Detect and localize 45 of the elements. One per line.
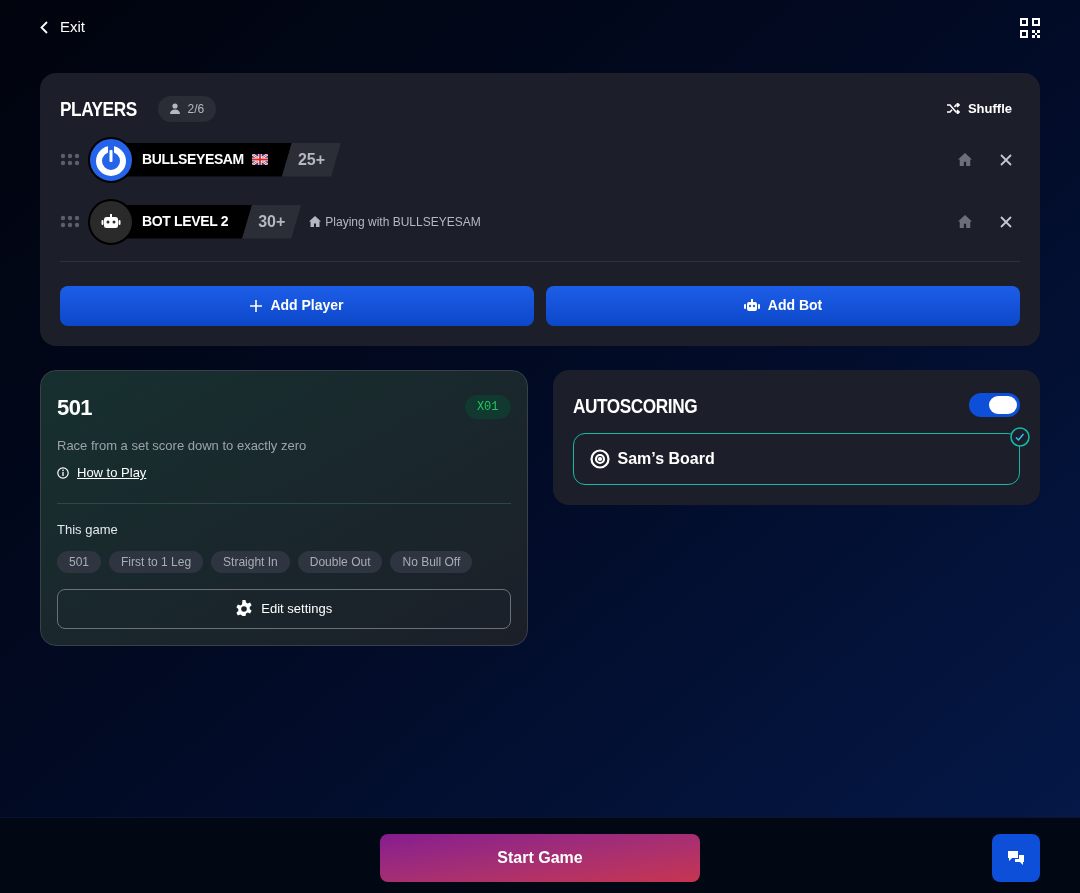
chat-bubbles-icon <box>1007 850 1025 866</box>
info-icon <box>57 466 69 479</box>
back-chevron-icon <box>40 21 48 34</box>
plus-icon <box>250 299 263 312</box>
setting-tag: Straight In <box>211 551 290 573</box>
chat-button[interactable] <box>992 834 1040 882</box>
close-icon[interactable] <box>1000 215 1012 228</box>
players-title: PLAYERS <box>60 96 137 122</box>
drag-handle-icon[interactable] <box>60 153 80 166</box>
player-name: BOT LEVEL 2 <box>142 212 229 231</box>
shuffle-button[interactable]: Shuffle <box>946 99 1012 119</box>
setting-tag: No Bull Off <box>390 551 473 573</box>
setting-tag: First to 1 Leg <box>109 551 204 573</box>
autoscoring-toggle[interactable] <box>969 393 1020 418</box>
check-icon <box>1010 427 1030 447</box>
game-type-badge: X01 <box>464 395 511 419</box>
game-description: Race from a set score down to exactly zero <box>57 436 308 455</box>
player-name: BULLSEYESAM <box>142 150 244 169</box>
rating-tag: 30+ <box>242 204 302 239</box>
robot-icon <box>743 299 760 312</box>
setting-tag: 501 <box>57 551 102 573</box>
exit-button[interactable]: Exit <box>40 16 85 39</box>
rating-tag: 25+ <box>281 142 342 177</box>
start-game-button[interactable]: Start Game <box>380 834 700 882</box>
home-icon[interactable] <box>958 215 972 228</box>
target-icon <box>589 449 610 469</box>
how-to-play-link[interactable]: How to Play <box>57 463 147 483</box>
autoscoring-title: AUTOSCORING <box>572 392 697 419</box>
setting-tag: Double Out <box>297 551 383 573</box>
drag-handle-icon[interactable] <box>60 215 80 228</box>
section-label: This game <box>57 520 119 539</box>
edit-settings-button[interactable]: Edit settings <box>57 589 511 629</box>
playing-with-note: Playing with BULLSEYESAM <box>325 213 481 231</box>
shuffle-icon <box>946 103 960 115</box>
add-player-button[interactable]: Add Player <box>60 285 534 326</box>
player-count-badge: 2/6 <box>157 95 217 122</box>
qr-code-icon[interactable] <box>1020 17 1040 38</box>
add-bot-button[interactable]: Add Bot <box>546 285 1020 326</box>
home-icon <box>309 216 322 227</box>
close-icon[interactable] <box>1000 153 1012 166</box>
home-icon[interactable] <box>958 153 972 166</box>
game-title: 501 <box>57 393 93 422</box>
gear-icon <box>235 600 254 618</box>
dartboard-option[interactable]: Sam’s Board <box>572 433 1020 485</box>
person-icon <box>169 103 180 115</box>
